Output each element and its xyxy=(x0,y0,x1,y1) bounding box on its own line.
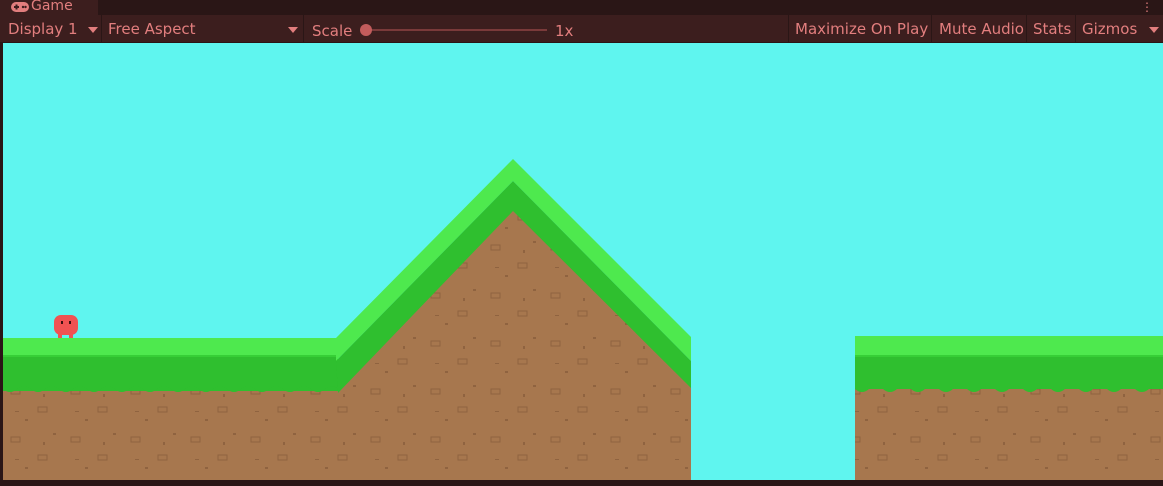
maximize-on-play-toggle[interactable]: Maximize On Play xyxy=(795,15,928,42)
aspect-dropdown[interactable]: Free Aspect xyxy=(108,15,301,42)
display-label: Display 1 xyxy=(8,19,78,38)
bottom-border xyxy=(0,480,1163,486)
chevron-down-icon xyxy=(88,27,98,33)
more-options-icon[interactable]: ⋮ xyxy=(1141,0,1153,14)
chevron-down-icon xyxy=(288,27,298,33)
game-scene xyxy=(3,43,1163,480)
tab-bar: Game ⋮ xyxy=(0,0,1163,15)
game-viewport[interactable] xyxy=(3,43,1163,480)
right-ground xyxy=(855,336,1163,480)
game-toolbar: Display 1 Free Aspect Scale 1x Maximize … xyxy=(0,15,1163,43)
scale-value: 1x xyxy=(555,21,574,40)
tab-label: Game xyxy=(31,0,73,14)
scale-label: Scale xyxy=(312,21,353,40)
left-ground xyxy=(3,338,338,480)
scale-slider-handle[interactable] xyxy=(360,24,372,36)
gizmos-dropdown-icon[interactable] xyxy=(1149,27,1159,33)
aspect-label: Free Aspect xyxy=(108,19,196,38)
display-dropdown[interactable]: Display 1 xyxy=(8,15,100,42)
tab-game[interactable]: Game xyxy=(0,0,98,15)
gamepad-icon xyxy=(11,2,29,12)
stats-toggle[interactable]: Stats xyxy=(1033,15,1071,42)
gizmos-toggle[interactable]: Gizmos xyxy=(1082,15,1137,42)
mute-audio-toggle[interactable]: Mute Audio xyxy=(939,15,1024,42)
scale-slider-track[interactable] xyxy=(367,29,547,31)
